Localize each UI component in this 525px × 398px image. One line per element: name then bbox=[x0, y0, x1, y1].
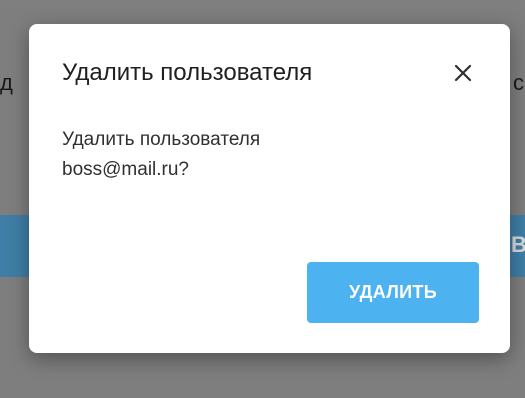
overlay-top-strip bbox=[0, 0, 525, 8]
close-icon bbox=[454, 64, 472, 82]
delete-button[interactable]: УДАЛИТЬ bbox=[307, 262, 479, 323]
background-band-text: В bbox=[511, 232, 525, 257]
close-button[interactable] bbox=[450, 60, 476, 86]
background-text-left: д bbox=[0, 70, 13, 95]
app-screen: д с В Удалить пользователя Удалить польз… bbox=[0, 0, 525, 398]
dialog-message-line-1: Удалить пользователя bbox=[62, 129, 261, 150]
background-text-right: с bbox=[513, 70, 524, 95]
dialog-title: Удалить пользователя bbox=[62, 59, 313, 86]
dialog-message: Удалить пользователя boss@mail.ru? bbox=[62, 125, 362, 185]
dialog-message-email: boss@mail.ru? bbox=[62, 159, 189, 180]
delete-user-dialog: Удалить пользователя Удалить пользовател… bbox=[29, 24, 510, 353]
